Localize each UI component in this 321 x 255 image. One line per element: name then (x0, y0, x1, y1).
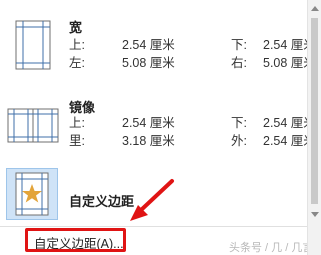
scroll-up-icon[interactable] (311, 6, 319, 11)
label-right: 右: (231, 56, 247, 70)
margin-row-inside-outside: 里: 3.18 厘米 外: 2.54 厘米 (69, 133, 316, 149)
vertical-scrollbar[interactable] (307, 0, 321, 255)
scroll-down-icon[interactable] (311, 212, 319, 217)
annotation-highlight-box (25, 228, 126, 252)
custom-margins-thumbnail[interactable] (6, 168, 58, 220)
margin-row-top-bottom: 上: 2.54 厘米 下: 2.54 厘米 (69, 37, 316, 53)
annotation-arrow-icon (130, 179, 174, 221)
label-inside: 里: (69, 134, 85, 148)
margin-row-top-bottom: 上: 2.54 厘米 下: 2.54 厘米 (69, 115, 316, 131)
label-outside: 外: (231, 134, 247, 148)
label-top: 上: (69, 38, 85, 52)
mirrored-margins-icon (7, 108, 59, 143)
margin-option-title: 宽 (69, 20, 83, 35)
custom-margins-title: 自定义边距 (69, 194, 135, 209)
value-inside: 3.18 厘米 (122, 134, 175, 148)
star-page-icon (15, 172, 49, 216)
margins-dropdown-panel: 宽 上: 2.54 厘米 下: 2.54 厘米 左: 5.08 厘米 右: 5.… (0, 0, 316, 255)
label-left: 左: (69, 56, 85, 70)
wide-margins-icon (15, 20, 51, 70)
margin-option-wide[interactable]: 宽 上: 2.54 厘米 下: 2.54 厘米 左: 5.08 厘米 右: 5.… (0, 0, 316, 88)
margin-option-mirrored[interactable]: 镜像 上: 2.54 厘米 下: 2.54 厘米 里: 3.18 厘米 外: 2… (0, 88, 316, 164)
watermark: 头条号 / 几 / 几言 (229, 242, 314, 254)
margin-option-title: 镜像 (69, 100, 96, 115)
value-top: 2.54 厘米 (122, 116, 175, 130)
label-bottom: 下: (231, 116, 247, 130)
scroll-thumb[interactable] (311, 18, 318, 204)
value-top: 2.54 厘米 (122, 38, 175, 52)
margin-row-left-right: 左: 5.08 厘米 右: 5.08 厘米 (69, 55, 316, 71)
label-top: 上: (69, 116, 85, 130)
value-left: 5.08 厘米 (122, 56, 175, 70)
label-bottom: 下: (231, 38, 247, 52)
